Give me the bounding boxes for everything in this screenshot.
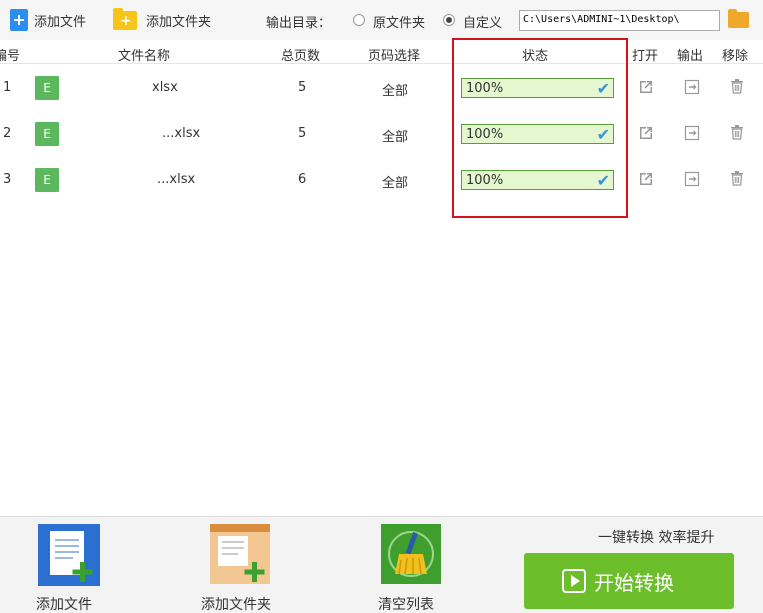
add-file-large-label: 添加文件 (36, 597, 92, 613)
col-export: 输出 (677, 49, 704, 64)
toolbar: 添加文件 + 添加文件夹 输出目录： 原文件夹 自定义 C:\Users\ADM… (0, 0, 763, 40)
row-pages: 5 (298, 126, 307, 141)
open-icon[interactable] (637, 78, 655, 96)
radio-original-folder[interactable] (353, 14, 365, 26)
add-file-large-icon (38, 524, 100, 586)
clear-list-button[interactable] (381, 524, 441, 584)
delete-icon[interactable] (728, 169, 746, 187)
col-pages: 总页数 (281, 49, 321, 64)
status-progress-bar: 100% ✔ (461, 170, 614, 190)
radio-custom-folder[interactable] (443, 14, 455, 26)
add-folder-icon: + (113, 7, 137, 30)
open-icon[interactable] (637, 170, 655, 188)
add-folder-large-button[interactable] (210, 524, 270, 584)
export-icon[interactable] (683, 78, 701, 96)
browse-folder-icon[interactable] (728, 9, 749, 28)
status-percent: 100% (466, 173, 504, 188)
row-file-name: ...xlsx (162, 126, 201, 141)
output-path-input[interactable]: C:\Users\ADMINI~1\Desktop\ (519, 10, 720, 31)
radio-original-label: 原文件夹 (373, 16, 426, 31)
add-folder-button[interactable]: + 添加文件夹 (113, 7, 212, 32)
col-status: 状态 (522, 49, 549, 64)
add-file-icon (10, 9, 28, 31)
open-icon[interactable] (637, 124, 655, 142)
add-folder-large-icon (210, 524, 270, 584)
row-page-select[interactable]: 全部 (382, 80, 408, 99)
status-percent: 100% (466, 81, 504, 96)
col-index: 编号 (0, 49, 21, 64)
row-index: 2 (3, 126, 12, 141)
app-window: 添加文件 + 添加文件夹 输出目录： 原文件夹 自定义 C:\Users\ADM… (0, 0, 763, 613)
row-index: 3 (3, 172, 12, 187)
broom-icon (381, 524, 441, 584)
excel-file-icon: E (35, 168, 59, 192)
slogan-text: 一键转换 效率提升 (598, 530, 715, 546)
col-remove: 移除 (722, 49, 749, 64)
col-name: 文件名称 (118, 49, 171, 64)
excel-file-icon: E (35, 122, 59, 146)
check-icon: ✔ (596, 79, 610, 98)
add-folder-large-label: 添加文件夹 (201, 597, 271, 613)
row-file-name: xlsx (152, 80, 178, 95)
table-row[interactable]: 2 E ...xlsx 5 全部 100% ✔ (0, 111, 763, 157)
check-icon: ✔ (596, 125, 610, 144)
delete-icon[interactable] (728, 77, 746, 95)
start-convert-label: 开始转换 (594, 570, 674, 595)
add-file-label: 添加文件 (34, 14, 87, 30)
status-percent: 100% (466, 127, 504, 142)
export-icon[interactable] (683, 124, 701, 142)
check-icon: ✔ (596, 171, 610, 190)
radio-custom-label: 自定义 (463, 16, 503, 31)
add-folder-label: 添加文件夹 (146, 14, 212, 30)
play-icon (562, 569, 586, 593)
export-icon[interactable] (683, 170, 701, 188)
table-row[interactable]: 3 E ...xlsx 6 全部 100% ✔ (0, 157, 763, 203)
status-progress-bar: 100% ✔ (461, 124, 614, 144)
row-page-select[interactable]: 全部 (382, 172, 408, 191)
clear-list-label: 清空列表 (378, 597, 434, 613)
table-row[interactable]: 1 E xlsx 5 全部 100% ✔ (0, 65, 763, 111)
add-file-large-button[interactable] (38, 524, 100, 586)
table-header: 编号 文件名称 总页数 页码选择 状态 打开 输出 移除 (0, 40, 763, 64)
row-page-select[interactable]: 全部 (382, 126, 408, 145)
col-open: 打开 (632, 49, 659, 64)
row-pages: 5 (298, 80, 307, 95)
excel-file-icon: E (35, 76, 59, 100)
output-dir-label: 输出目录： (266, 16, 332, 31)
row-index: 1 (3, 80, 12, 95)
status-progress-bar: 100% ✔ (461, 78, 614, 98)
delete-icon[interactable] (728, 123, 746, 141)
add-file-button[interactable]: 添加文件 (10, 8, 86, 32)
row-file-name: ...xlsx (157, 172, 196, 187)
start-convert-button[interactable]: 开始转换 (524, 553, 734, 609)
bottom-bar: 添加文件 添加文件夹 清空列表 一键转换 效率提升 开始转换 (0, 516, 763, 613)
col-page-select: 页码选择 (368, 49, 421, 64)
row-pages: 6 (298, 172, 307, 187)
